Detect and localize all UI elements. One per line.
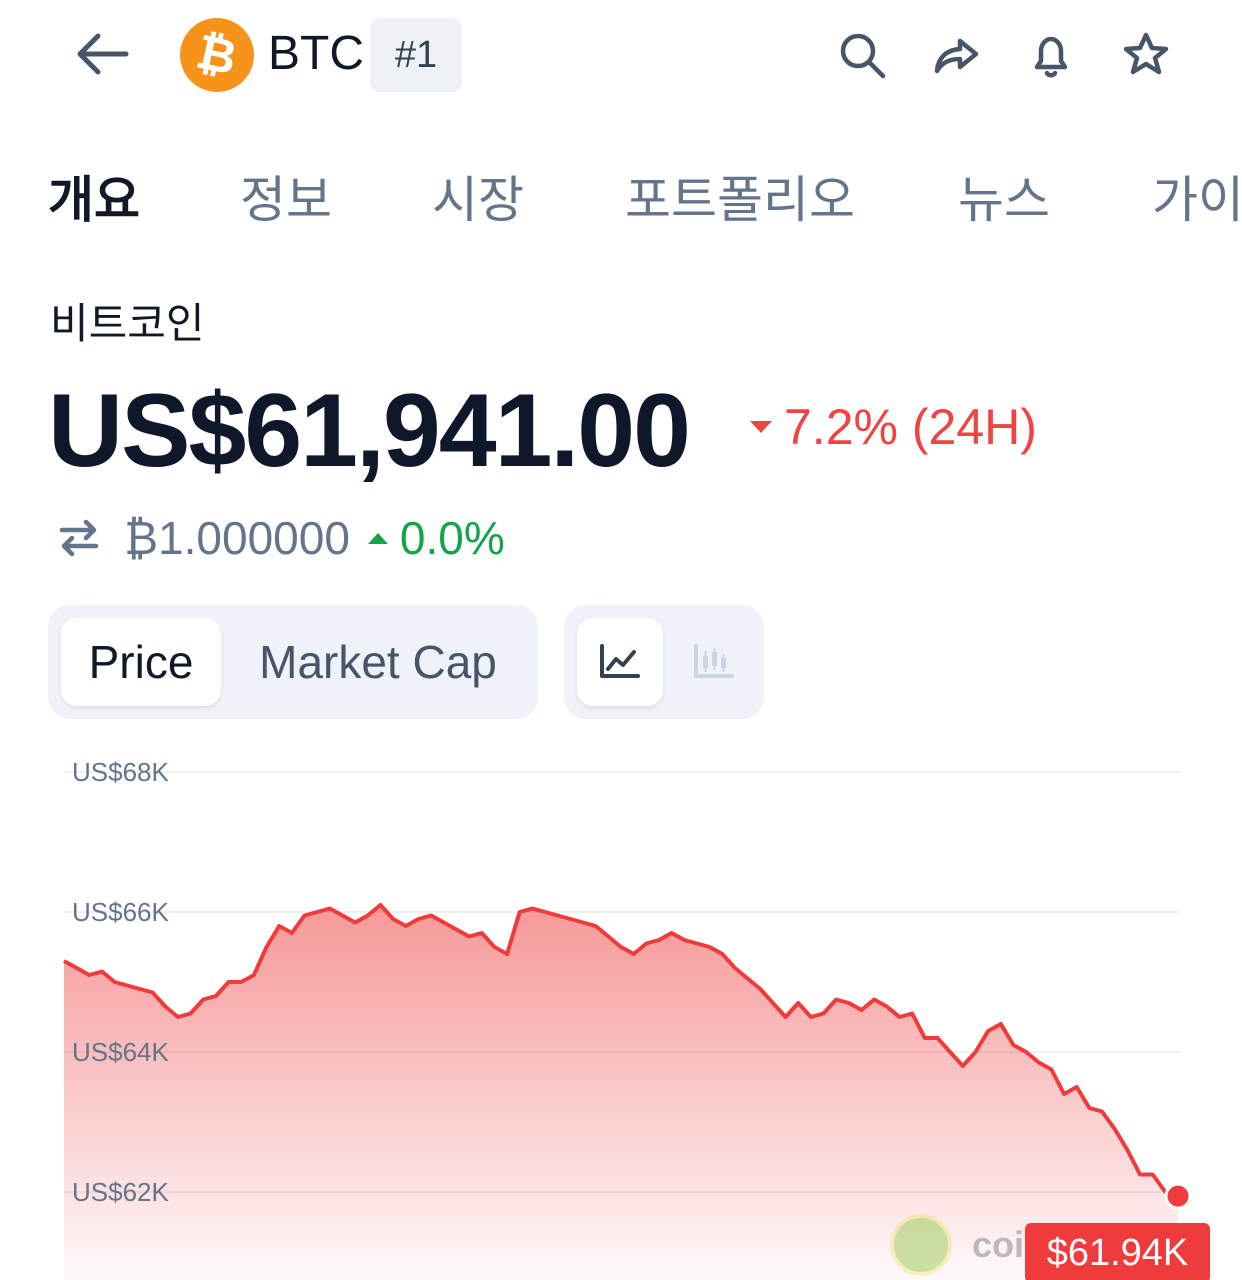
share-button[interactable] xyxy=(926,25,986,85)
tab-news[interactable]: 뉴스 xyxy=(958,160,1050,232)
price-change-value: 7.2% (24H) xyxy=(784,399,1037,455)
y-axis-tick-label: US$66K xyxy=(72,897,169,927)
btc-conversion-row: ₿1.000000 0.0% xyxy=(56,508,505,568)
current-price: US$61,941.00 xyxy=(48,373,691,489)
down-triangle-icon xyxy=(750,421,772,433)
star-icon xyxy=(1123,32,1169,75)
gecko-logo-icon xyxy=(890,1214,952,1276)
chart-type-toggle xyxy=(564,605,764,719)
share-icon xyxy=(934,38,979,74)
candlestick-chart-icon xyxy=(694,644,734,678)
price-toggle-button[interactable]: Price xyxy=(61,618,221,706)
y-axis-tick-label: US$64K xyxy=(72,1037,169,1067)
search-icon xyxy=(840,33,886,79)
coingecko-watermark: coi xyxy=(890,1214,1025,1276)
line-chart-icon xyxy=(600,644,640,678)
y-axis-tick-label: US$68K xyxy=(72,757,169,787)
last-price-marker xyxy=(1164,1182,1192,1210)
tab-market[interactable]: 시장 xyxy=(432,160,524,232)
up-triangle-icon xyxy=(367,532,388,544)
line-chart-button[interactable] xyxy=(577,618,663,706)
btc-change: 0.0% xyxy=(399,512,505,564)
swap-icon xyxy=(59,519,99,557)
back-arrow-icon xyxy=(77,33,129,75)
section-tabs: 개요 정보 시장 포트폴리오 뉴스 가이 xyxy=(0,150,1242,240)
tab-info[interactable]: 정보 xyxy=(240,160,332,232)
coin-symbol: BTC xyxy=(268,27,364,80)
y-axis-tick-label: US$62K xyxy=(72,1177,169,1207)
tab-guide[interactable]: 가이 xyxy=(1152,160,1242,232)
rank-badge: #1 xyxy=(370,18,462,92)
watermark-text: coi xyxy=(972,1224,1025,1265)
price-change-24h: 7.2% (24H) xyxy=(750,398,1037,456)
coin-name: 비트코인 xyxy=(50,300,205,347)
market-cap-toggle-button[interactable]: Market Cap xyxy=(233,618,523,706)
tab-overview[interactable]: 개요 xyxy=(48,160,140,232)
top-bar: ₿ BTC #1 xyxy=(0,0,1242,110)
watchlist-button[interactable] xyxy=(1116,25,1176,85)
bitcoin-logo-glyph: ₿ xyxy=(192,23,242,87)
back-button[interactable] xyxy=(70,22,134,86)
last-price-tag: $61.94K xyxy=(1025,1223,1210,1280)
coin-detail-page: ₿ BTC #1 개요 정보 시장 포트폴리오 뉴스 가이 비트코인 US$61… xyxy=(0,0,1242,1280)
btc-value: ₿1.000000 xyxy=(124,512,350,564)
bell-icon xyxy=(1034,36,1068,78)
metric-toggle: Price Market Cap xyxy=(48,605,538,719)
search-button[interactable] xyxy=(832,25,892,85)
alert-button[interactable] xyxy=(1021,25,1081,85)
price-chart[interactable]: US$68K US$66K US$64K US$62K xyxy=(0,745,1242,1280)
bitcoin-logo: ₿ xyxy=(180,18,254,92)
candlestick-chart-button[interactable] xyxy=(674,618,754,706)
tab-portfolio[interactable]: 포트폴리오 xyxy=(625,160,855,232)
